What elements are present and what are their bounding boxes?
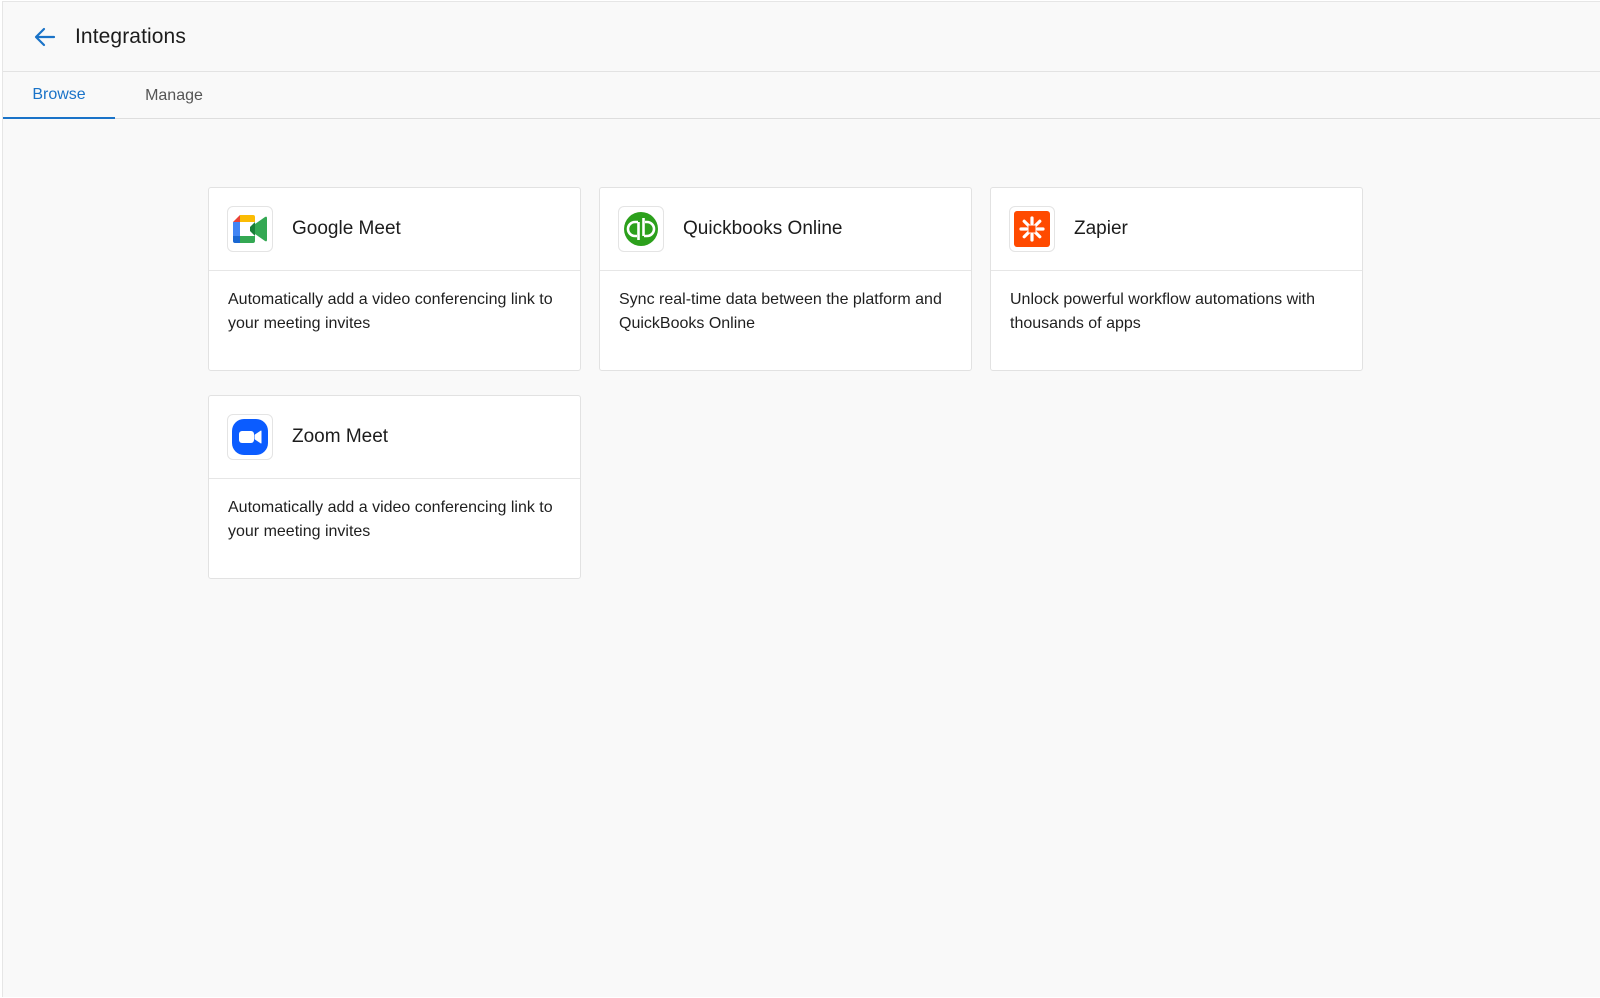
zoom-icon — [232, 419, 268, 455]
logo-container — [1009, 206, 1055, 252]
zapier-icon — [1014, 211, 1050, 247]
integration-name: Google Meet — [292, 218, 401, 239]
card-header: Quickbooks Online — [600, 188, 971, 271]
integration-description: Automatically add a video conferencing l… — [228, 291, 553, 332]
card-header: Zoom Meet — [209, 396, 580, 479]
quickbooks-icon — [624, 212, 658, 246]
integration-name: Zapier — [1074, 218, 1128, 239]
google-meet-icon — [233, 215, 267, 243]
back-button[interactable] — [30, 22, 60, 52]
card-header: Zapier — [991, 188, 1362, 271]
card-header: Google Meet — [209, 188, 580, 271]
logo-container — [227, 414, 273, 460]
page-title: Integrations — [75, 24, 186, 48]
integration-card-zapier[interactable]: Zapier Unlock powerful workflow automati… — [990, 187, 1363, 371]
arrow-left-icon — [34, 27, 56, 46]
integration-name: Zoom Meet — [292, 426, 389, 447]
logo-container — [227, 206, 273, 252]
tab-browse[interactable]: Browse — [3, 72, 115, 119]
integrations-page: Integrations Browse Manage Google Meet A… — [2, 1, 1600, 997]
integration-description: Automatically add a video conferencing l… — [228, 499, 553, 540]
integration-card-zoom[interactable]: Zoom Meet Automatically add a video conf… — [208, 395, 581, 579]
tab-bar: Browse Manage — [3, 72, 1600, 119]
integration-description: Sync real-time data between the platform… — [619, 291, 942, 332]
integration-description: Unlock powerful workflow automations wit… — [1010, 291, 1316, 332]
integration-card-google-meet[interactable]: Google Meet Automatically add a video co… — [208, 187, 581, 371]
integration-name: Quickbooks Online — [683, 218, 843, 239]
logo-container — [618, 206, 664, 252]
page-header: Integrations — [3, 2, 1600, 72]
integration-card-quickbooks[interactable]: Quickbooks Online Sync real-time data be… — [599, 187, 972, 371]
tab-manage[interactable]: Manage — [115, 72, 233, 119]
